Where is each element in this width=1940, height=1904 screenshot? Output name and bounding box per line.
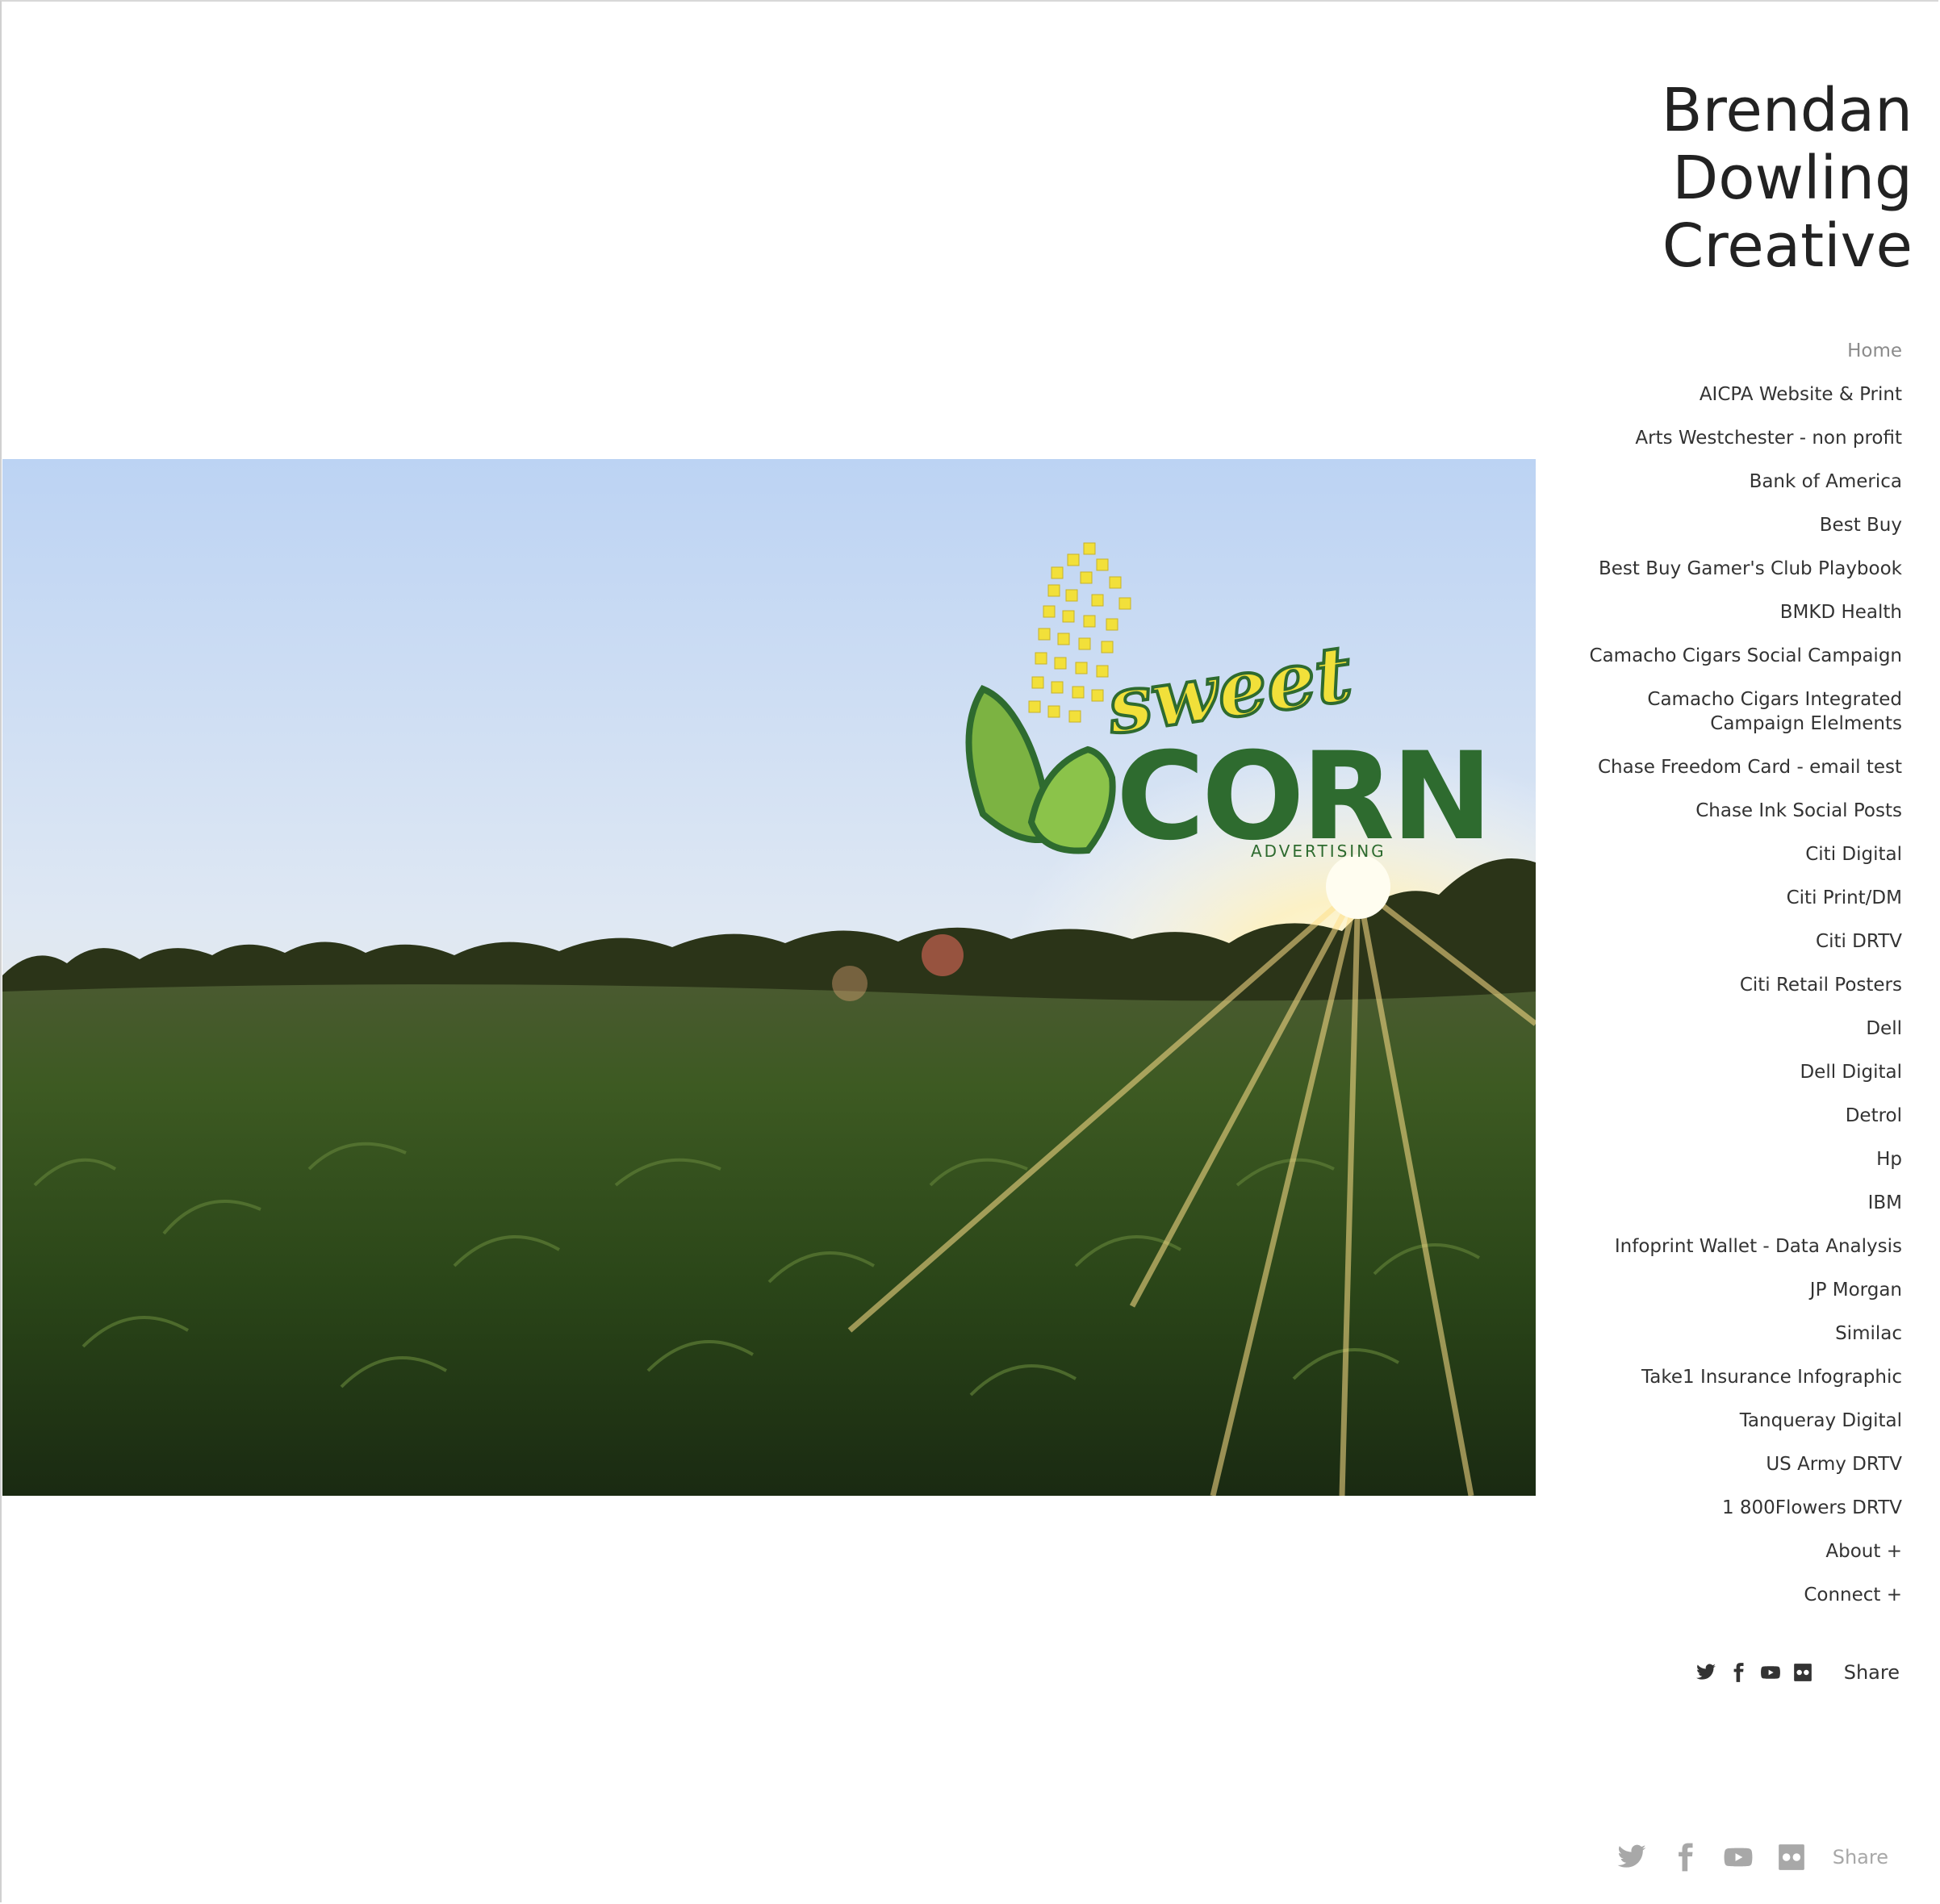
site-title-line-3: Creative	[1662, 211, 1913, 281]
share-link[interactable]: Share	[1844, 1661, 1900, 1684]
site-title[interactable]: Brendan Dowling Creative	[1493, 77, 1913, 280]
nav-item-bank-of-america[interactable]: Bank of America	[1418, 470, 1902, 494]
nav-item-dell-digital[interactable]: Dell Digital	[1418, 1060, 1902, 1084]
nav-item-citi-print-dm[interactable]: Citi Print/DM	[1418, 886, 1902, 910]
nav-item-arts-westchester[interactable]: Arts Westchester - non profit	[1418, 426, 1902, 450]
nav-item-bmkd-health[interactable]: BMKD Health	[1418, 600, 1902, 624]
nav-item-chase-ink[interactable]: Chase Ink Social Posts	[1418, 799, 1902, 823]
facebook-icon[interactable]	[1728, 1662, 1749, 1683]
cornfield-photo: sweet CORN ADVERTISING	[2, 459, 1536, 1496]
nav-item-best-buy-gamers-club[interactable]: Best Buy Gamer's Club Playbook	[1418, 557, 1902, 581]
nav-item-citi-retail-posters[interactable]: Citi Retail Posters	[1418, 973, 1902, 997]
nav-item-jp-morgan[interactable]: JP Morgan	[1418, 1278, 1902, 1302]
nav-item-infoprint-wallet[interactable]: Infoprint Wallet - Data Analysis	[1418, 1234, 1902, 1259]
nav-item-camacho-integrated[interactable]: Camacho Cigars Integrated Campaign Elelm…	[1595, 687, 1902, 736]
nav-item-best-buy[interactable]: Best Buy	[1418, 513, 1902, 537]
sidebar-social-links: Share	[1695, 1658, 1900, 1687]
nav-item-1800flowers-drtv[interactable]: 1 800Flowers DRTV	[1418, 1496, 1902, 1520]
svg-text:ADVERTISING: ADVERTISING	[1251, 841, 1386, 861]
nav-item-tanqueray-digital[interactable]: Tanqueray Digital	[1418, 1409, 1902, 1433]
youtube-icon[interactable]	[1723, 1842, 1754, 1873]
nav-item-citi-drtv[interactable]: Citi DRTV	[1418, 929, 1902, 954]
nav-item-connect[interactable]: Connect +	[1418, 1583, 1902, 1607]
footer-social-links: Share	[1616, 1839, 1888, 1875]
nav-item-chase-freedom[interactable]: Chase Freedom Card - email test	[1418, 755, 1902, 779]
nav-item-citi-digital[interactable]: Citi Digital	[1418, 842, 1902, 866]
nav-item-camacho-social[interactable]: Camacho Cigars Social Campaign	[1418, 644, 1902, 668]
share-link[interactable]: Share	[1833, 1846, 1888, 1869]
youtube-icon[interactable]	[1760, 1662, 1781, 1683]
nav-item-detrol[interactable]: Detrol	[1418, 1104, 1902, 1128]
flickr-icon[interactable]	[1792, 1662, 1813, 1683]
nav-item-dell[interactable]: Dell	[1418, 1017, 1902, 1041]
nav-item-take1-insurance[interactable]: Take1 Insurance Infographic	[1418, 1365, 1902, 1389]
flickr-icon[interactable]	[1776, 1842, 1807, 1873]
nav-item-aicpa[interactable]: AICPA Website & Print	[1418, 382, 1902, 407]
nav-item-hp[interactable]: Hp	[1418, 1147, 1902, 1171]
nav-item-similac[interactable]: Similac	[1418, 1322, 1902, 1346]
site-title-line-1: Brendan	[1661, 76, 1913, 145]
site-title-line-2: Dowling	[1672, 144, 1913, 213]
nav-item-home[interactable]: Home	[1418, 339, 1902, 363]
nav-item-about[interactable]: About +	[1418, 1539, 1902, 1564]
nav-item-us-army-drtv[interactable]: US Army DRTV	[1418, 1452, 1902, 1476]
twitter-icon[interactable]	[1695, 1662, 1716, 1683]
twitter-icon[interactable]	[1616, 1842, 1647, 1873]
facebook-icon[interactable]	[1670, 1842, 1700, 1873]
project-navigation: Home AICPA Website & Print Arts Westches…	[1418, 339, 1902, 1626]
nav-item-ibm[interactable]: IBM	[1418, 1191, 1902, 1215]
hero-image: sweet CORN ADVERTISING	[2, 459, 1536, 1496]
